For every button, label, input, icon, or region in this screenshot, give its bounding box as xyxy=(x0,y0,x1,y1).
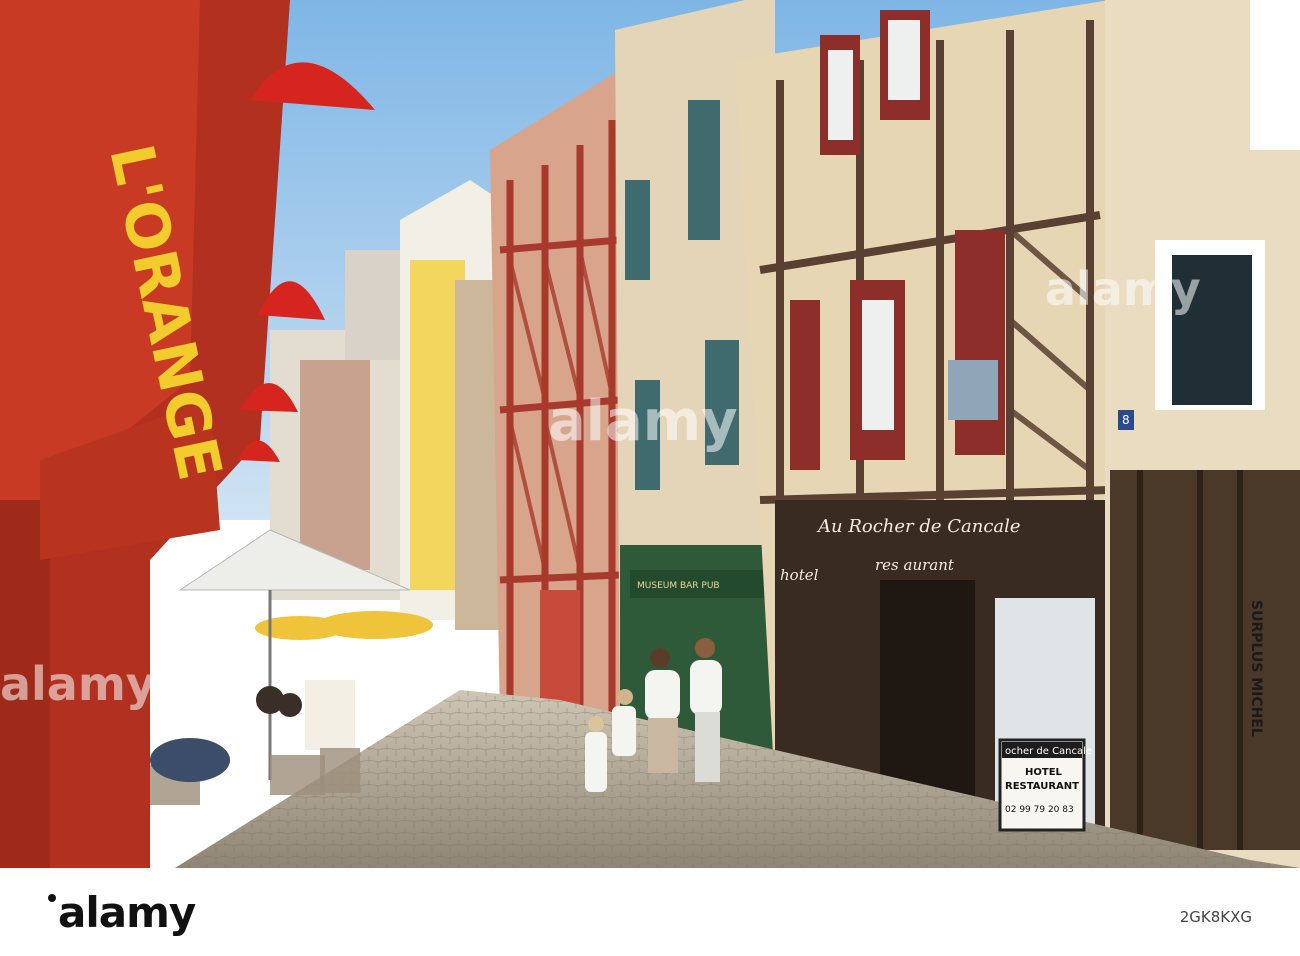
svg-text:res aurant: res aurant xyxy=(875,556,955,574)
alamy-logo[interactable]: alamy xyxy=(48,888,196,937)
svg-text:ocher de Cancale: ocher de Cancale xyxy=(1005,746,1092,757)
red-facade-left: L'ORANGE xyxy=(0,0,290,868)
painted-shop-sign xyxy=(948,360,998,420)
svg-text:hotel: hotel xyxy=(780,566,819,584)
svg-text:HOTEL: HOTEL xyxy=(1025,767,1063,778)
restaurant-building xyxy=(735,0,1111,840)
house-number: 8 xyxy=(1122,413,1130,427)
menu-board: ocher de Cancale HOTEL RESTAURANT 02 99 … xyxy=(998,738,1092,832)
svg-text:RESTAURANT: RESTAURANT xyxy=(1005,781,1079,792)
facade-sign-text: Au Rocher de Cancale xyxy=(816,516,1021,537)
watermark-center: alamy xyxy=(548,389,738,454)
street-photo: L'ORANGE Au Rocher de Cancale hotel res … xyxy=(0,0,1300,868)
image-reference: 2GK8KXG xyxy=(1179,908,1252,926)
watermark-right: alamy xyxy=(1045,262,1201,316)
footer-bar: alamy 2GK8KXG xyxy=(0,868,1300,956)
watermark-left: alamy xyxy=(0,657,156,711)
svg-text:MUSEUM BAR PUB: MUSEUM BAR PUB xyxy=(637,581,720,591)
logo-dot-icon xyxy=(48,894,56,902)
right-building xyxy=(1105,0,1300,868)
svg-text:02 99 79 20 83: 02 99 79 20 83 xyxy=(1005,805,1074,815)
vertical-shop-sign: SURPLUS MICHEL xyxy=(1248,600,1264,737)
